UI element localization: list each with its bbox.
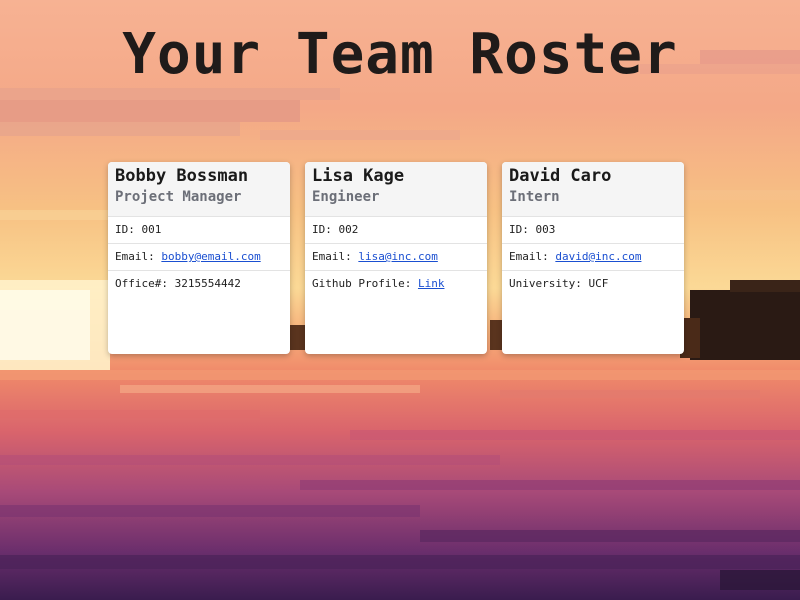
email-link[interactable]: david@inc.com <box>555 250 641 263</box>
office-row: Office#: 3215554442 <box>108 270 290 297</box>
id-row: ID: 002 <box>305 216 487 243</box>
employee-card-engineer: Lisa Kage Engineer ID: 002 Email: lisa@i… <box>305 162 487 354</box>
roster-cards: Bobby Bossman Project Manager ID: 001 Em… <box>108 162 684 354</box>
id-value: 002 <box>338 223 359 236</box>
github-link[interactable]: Link <box>418 277 445 290</box>
github-label: Github Profile: <box>312 277 418 290</box>
employee-role: Intern <box>509 189 560 205</box>
email-label: Email: <box>115 250 162 263</box>
university-label: University: <box>509 277 589 290</box>
email-row: Email: lisa@inc.com <box>305 243 487 270</box>
card-header: Bobby Bossman Project Manager <box>108 162 290 216</box>
employee-role: Engineer <box>312 189 380 205</box>
employee-name: David Caro <box>509 166 612 186</box>
email-label: Email: <box>312 250 359 263</box>
email-link[interactable]: bobby@email.com <box>161 250 260 263</box>
id-label: ID: <box>312 223 339 236</box>
university-value: UCF <box>588 277 609 290</box>
employee-name: Lisa Kage <box>312 166 405 186</box>
id-value: 003 <box>535 223 556 236</box>
id-row: ID: 003 <box>502 216 684 243</box>
email-row: Email: david@inc.com <box>502 243 684 270</box>
office-value: 3215554442 <box>174 277 241 290</box>
id-row: ID: 001 <box>108 216 290 243</box>
id-value: 001 <box>141 223 162 236</box>
page-title: Your Team Roster <box>122 22 678 87</box>
id-label: ID: <box>115 223 142 236</box>
id-label: ID: <box>509 223 536 236</box>
office-label: Office#: <box>115 277 175 290</box>
employee-name: Bobby Bossman <box>115 166 249 186</box>
employee-role: Project Manager <box>115 189 242 205</box>
employee-card-manager: Bobby Bossman Project Manager ID: 001 Em… <box>108 162 290 354</box>
email-row: Email: bobby@email.com <box>108 243 290 270</box>
card-header: David Caro Intern <box>502 162 684 216</box>
email-link[interactable]: lisa@inc.com <box>358 250 437 263</box>
card-header: Lisa Kage Engineer <box>305 162 487 216</box>
university-row: University: UCF <box>502 270 684 297</box>
employee-card-intern: David Caro Intern ID: 003 Email: david@i… <box>502 162 684 354</box>
email-label: Email: <box>509 250 556 263</box>
github-row: Github Profile: Link <box>305 270 487 297</box>
